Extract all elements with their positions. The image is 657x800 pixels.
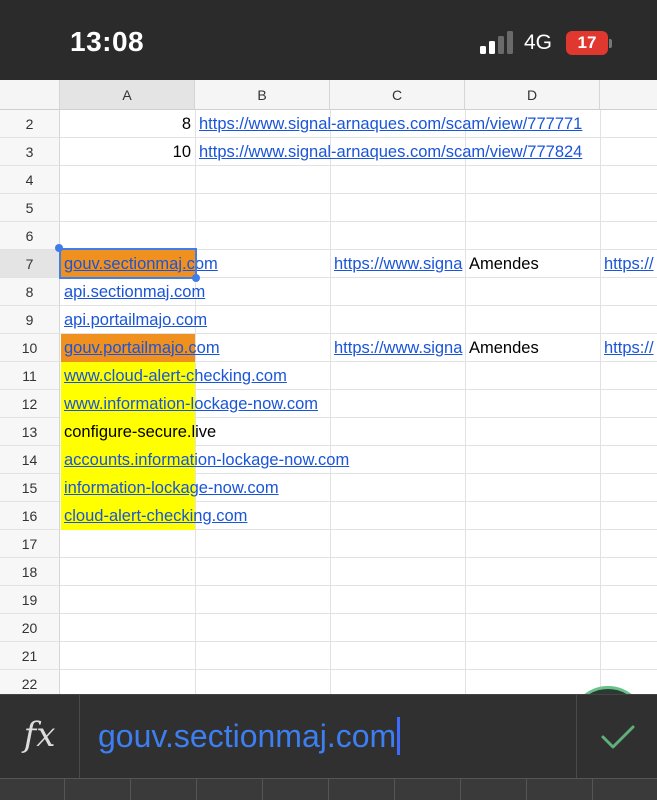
fx-icon[interactable]: fx: [0, 695, 80, 779]
formula-value: gouv.sectionmaj.com: [98, 718, 397, 754]
cell-b2[interactable]: https://www.signal-arnaques.com/scam/vie…: [195, 110, 582, 138]
row-header[interactable]: 12: [0, 390, 60, 418]
row-header[interactable]: 4: [0, 166, 60, 194]
cell-b3[interactable]: https://www.signal-arnaques.com/scam/vie…: [195, 138, 582, 166]
row-header[interactable]: 5: [0, 194, 60, 222]
row-header[interactable]: 22: [0, 670, 60, 694]
row-header[interactable]: 6: [0, 222, 60, 250]
cell-c10[interactable]: https://www.signa: [330, 334, 465, 362]
battery-tip: [609, 39, 612, 48]
row-header[interactable]: 7: [0, 250, 60, 278]
grid-row: [60, 222, 657, 250]
cell-d7[interactable]: Amendes: [465, 250, 539, 278]
column-header-c[interactable]: C: [330, 80, 465, 110]
row-header[interactable]: 18: [0, 558, 60, 586]
row-header[interactable]: 8: [0, 278, 60, 306]
spreadsheet-grid[interactable]: A B C D 2 3 4 5 6 7 8 9 10 11 12 13 14 1…: [0, 80, 657, 694]
formula-bar: fx gouv.sectionmaj.com: [0, 694, 657, 779]
row-header[interactable]: 3: [0, 138, 60, 166]
cell-e10[interactable]: https://: [600, 334, 657, 362]
row-header[interactable]: 14: [0, 446, 60, 474]
row-header[interactable]: 20: [0, 614, 60, 642]
cell-a10[interactable]: gouv.portailmajo.com: [60, 334, 220, 362]
cell-a14[interactable]: accounts.information-lockage-now.com: [60, 446, 349, 474]
text-cursor: [397, 717, 401, 755]
grid-row: [60, 166, 657, 194]
grid-row: [60, 642, 657, 670]
row-header[interactable]: 13: [0, 418, 60, 446]
selection-handle-top-left[interactable]: [55, 244, 63, 252]
row-header[interactable]: 10: [0, 334, 60, 362]
column-divider: [330, 110, 331, 694]
column-header-a[interactable]: A: [60, 80, 195, 110]
grid-row: [60, 530, 657, 558]
cell-a3[interactable]: 10: [61, 138, 195, 166]
cell-selection-box: [59, 248, 197, 279]
selection-handle-bottom-right[interactable]: [192, 274, 200, 282]
battery-icon: 17: [566, 31, 608, 55]
column-divider: [465, 110, 466, 694]
cell-a13[interactable]: configure-secure.live: [60, 418, 216, 446]
column-divider: [600, 110, 601, 694]
grid-row: [60, 558, 657, 586]
checkmark-icon: [601, 725, 635, 749]
cell-d10[interactable]: Amendes: [465, 334, 539, 362]
cell-a8[interactable]: api.sectionmaj.com: [60, 278, 205, 306]
row-header[interactable]: 2: [0, 110, 60, 138]
grid-row: [60, 670, 657, 694]
battery-level: 17: [577, 33, 597, 52]
status-bar: 13:08 4G 17: [0, 0, 657, 80]
cell-a11[interactable]: www.cloud-alert-checking.com: [60, 362, 287, 390]
cell-c7[interactable]: https://www.signa: [330, 250, 465, 278]
keyboard-row-edge: [0, 778, 657, 800]
cell-e7[interactable]: https://: [600, 250, 657, 278]
cell-a9[interactable]: api.portailmajo.com: [60, 306, 207, 334]
cell-a15[interactable]: information-lockage-now.com: [60, 474, 279, 502]
select-all-corner[interactable]: [0, 80, 60, 110]
signal-strength-icon: [480, 30, 514, 54]
network-type: 4G: [524, 31, 553, 54]
grid-row: [60, 586, 657, 614]
row-header[interactable]: 9: [0, 306, 60, 334]
row-header[interactable]: 19: [0, 586, 60, 614]
cell-a12[interactable]: www.information-lockage-now.com: [60, 390, 318, 418]
confirm-button[interactable]: [576, 695, 657, 779]
cell-a2[interactable]: 8: [61, 110, 195, 138]
column-header-d[interactable]: D: [465, 80, 600, 110]
formula-input[interactable]: gouv.sectionmaj.com: [98, 717, 401, 755]
row-header[interactable]: 11: [0, 362, 60, 390]
grid-row: [60, 194, 657, 222]
column-header-e[interactable]: [600, 80, 657, 110]
cell-a16[interactable]: cloud-alert-checking.com: [60, 502, 247, 530]
column-header-b[interactable]: B: [195, 80, 330, 110]
row-header[interactable]: 21: [0, 642, 60, 670]
row-header[interactable]: 15: [0, 474, 60, 502]
grid-row: [60, 614, 657, 642]
row-header[interactable]: 17: [0, 530, 60, 558]
status-time: 13:08: [70, 26, 145, 57]
row-header[interactable]: 16: [0, 502, 60, 530]
